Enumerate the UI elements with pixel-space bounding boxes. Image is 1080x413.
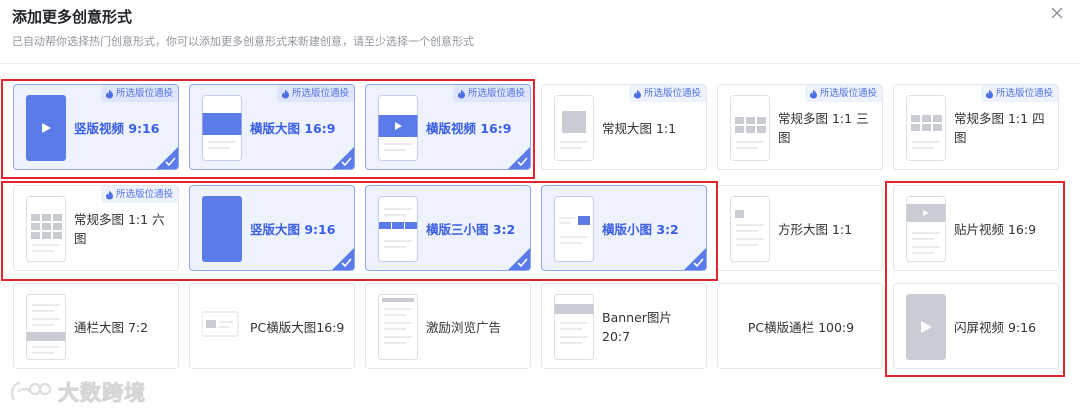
format-card[interactable]: PC横版通栏 100:9: [717, 283, 883, 369]
placement-badge-text: 所选版位通投: [643, 88, 701, 99]
dialog-header: 添加更多创意形式 已自动帮你选择热门创意形式，你可以添加更多创意形式来新建创意，…: [0, 0, 1080, 64]
format-card[interactable]: Banner图片 20:7: [541, 283, 707, 369]
format-thumbnail-icon: [202, 311, 239, 337]
dialog-title: 添加更多创意形式: [12, 8, 133, 26]
dialog-subtitle: 已自动帮你选择热门创意形式，你可以添加更多创意形式来新建创意，请至少选择一个创意…: [12, 35, 474, 48]
fire-icon: [809, 89, 817, 98]
format-thumbnail-icon: [26, 294, 66, 360]
watermark-logo: [10, 381, 52, 401]
watermark-text: 大数跨境: [58, 381, 146, 406]
format-thumbnail-icon: [906, 95, 946, 161]
highlight-box-video: [885, 181, 1065, 377]
format-card[interactable]: 激励浏览广告: [365, 283, 531, 369]
placement-badge: 所选版位通投: [804, 85, 882, 102]
highlight-box-row2: [1, 181, 718, 281]
format-card-label: 激励浏览广告: [426, 319, 502, 335]
highlight-box-row1: [1, 79, 535, 179]
format-card[interactable]: 方形大图 1:1: [717, 185, 883, 271]
watermark: 大数跨境: [8, 376, 146, 408]
format-thumbnail-icon: [730, 196, 770, 262]
format-card-label: Banner图片 20:7: [602, 310, 672, 344]
placement-badge-text: 所选版位通投: [819, 88, 877, 99]
fire-icon: [633, 89, 641, 98]
placement-badge: 所选版位通投: [980, 85, 1058, 102]
format-card-label: PC横版大图16:9: [250, 319, 345, 335]
format-card[interactable]: 常规大图 1:1 所选版位通投: [541, 84, 707, 170]
format-thumbnail-icon: [554, 294, 594, 360]
placement-badge: 所选版位通投: [628, 85, 706, 102]
close-icon[interactable]: [1046, 2, 1068, 24]
placement-badge-text: 所选版位通投: [995, 88, 1053, 99]
format-card[interactable]: 通栏大图 7:2: [13, 283, 179, 369]
format-card[interactable]: PC横版大图16:9: [189, 283, 355, 369]
format-card-label: 方形大图 1:1: [778, 221, 853, 237]
format-card[interactable]: 常规多图 1:1 三图 所选版位通投: [717, 84, 883, 170]
fire-icon: [985, 89, 993, 98]
format-card-label: 通栏大图 7:2: [74, 319, 149, 335]
format-card[interactable]: 常规多图 1:1 四图 所选版位通投: [893, 84, 1059, 170]
format-thumbnail-icon: [378, 294, 418, 360]
format-card-label: PC横版通栏 100:9: [747, 319, 855, 335]
format-thumbnail-icon: [554, 95, 594, 161]
format-thumbnail-icon: [730, 95, 770, 161]
